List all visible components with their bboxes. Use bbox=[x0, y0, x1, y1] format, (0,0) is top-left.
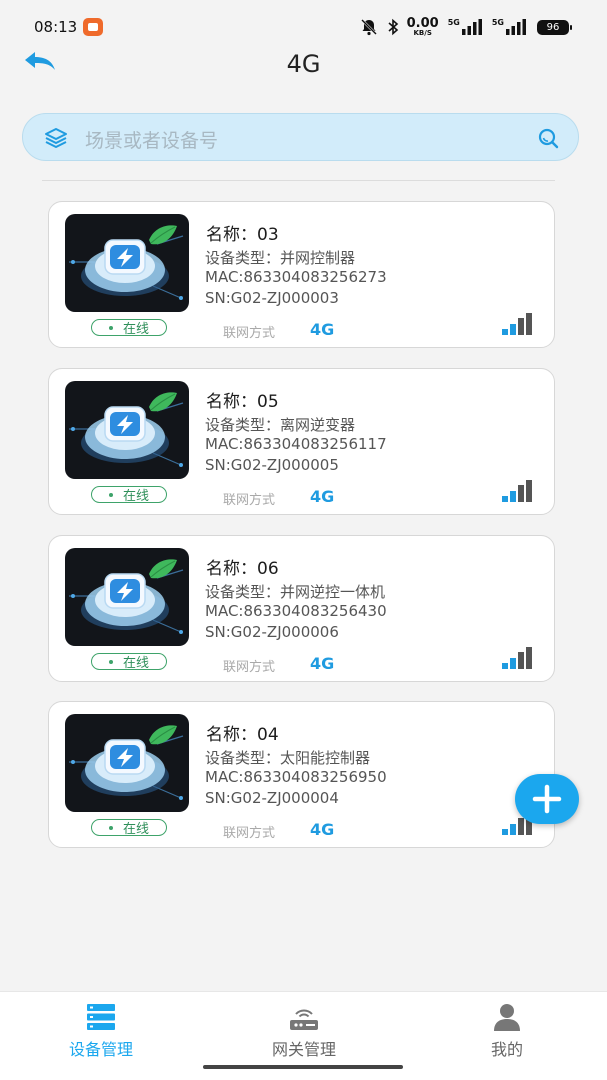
app-screen: 08:13 0.00 KB/S 5G 5G 96 4G 场景或者设备号 在线 名… bbox=[0, 0, 607, 1080]
page-title: 4G bbox=[286, 50, 321, 78]
plus-icon bbox=[532, 784, 562, 814]
network-mode-label: 联网方式 bbox=[223, 493, 276, 508]
router-icon bbox=[288, 1002, 320, 1032]
device-type: 设备类型：太阳能控制器 bbox=[205, 749, 371, 767]
device-sn: SN:G02-ZJ000005 bbox=[205, 456, 339, 474]
cellular-signal-1-icon: 5G bbox=[448, 18, 483, 36]
user-icon bbox=[491, 1002, 523, 1032]
device-name: 名称：06 bbox=[206, 559, 279, 579]
device-type: 设备类型：并网逆控一体机 bbox=[205, 583, 386, 601]
network-mode-value: 4G bbox=[310, 487, 335, 506]
battery-icon: 96 bbox=[537, 19, 572, 35]
status-badge: 在线 bbox=[91, 486, 167, 504]
bluetooth-icon bbox=[387, 18, 399, 36]
network-mode-value: 4G bbox=[310, 820, 335, 839]
device-card[interactable]: 在线 名称：04 设备类型：太阳能控制器 MAC:863304083256950… bbox=[48, 701, 555, 848]
add-device-button[interactable] bbox=[515, 774, 579, 824]
status-badge: 在线 bbox=[91, 819, 167, 837]
device-sn: SN:G02-ZJ000003 bbox=[205, 289, 339, 307]
home-indicator bbox=[203, 1065, 403, 1069]
device-card[interactable]: 在线 名称：06 设备类型：并网逆控一体机 MAC:86330408325643… bbox=[48, 535, 555, 682]
device-mac: MAC:863304083256950 bbox=[205, 768, 387, 786]
nav-item-device-management[interactable]: 设备管理 bbox=[31, 998, 171, 1059]
network-speed: 0.00 KB/S bbox=[406, 16, 439, 37]
nav-label: 网关管理 bbox=[271, 1040, 336, 1059]
device-card[interactable]: 在线 名称：05 设备类型：离网逆变器 MAC:863304083256117 … bbox=[48, 368, 555, 515]
network-mode-label: 联网方式 bbox=[223, 326, 276, 341]
signal-strength-icon bbox=[501, 479, 537, 503]
divider bbox=[42, 180, 555, 181]
status-icons: 0.00 KB/S 5G 5G 96 bbox=[351, 15, 572, 39]
signal-strength-icon bbox=[501, 646, 537, 670]
cellular-signal-2-icon: 5G bbox=[492, 18, 527, 36]
device-type: 设备类型：离网逆变器 bbox=[205, 416, 356, 434]
search-icon[interactable] bbox=[536, 126, 560, 150]
device-image bbox=[65, 714, 189, 812]
device-image bbox=[65, 548, 189, 646]
device-name: 名称：03 bbox=[206, 225, 279, 245]
device-mac: MAC:863304083256430 bbox=[205, 602, 387, 620]
status-time: 08:13 bbox=[34, 18, 78, 36]
notification-app-icon bbox=[83, 18, 103, 36]
layers-icon bbox=[43, 126, 69, 150]
nav-item-gateway-management[interactable]: 网关管理 bbox=[234, 998, 374, 1059]
network-mode-label: 联网方式 bbox=[223, 660, 276, 675]
device-card[interactable]: 在线 名称：03 设备类型：并网控制器 MAC:863304083256273 … bbox=[48, 201, 555, 348]
mute-bell-icon bbox=[360, 18, 378, 36]
status-badge: 在线 bbox=[91, 653, 167, 671]
device-sn: SN:G02-ZJ000004 bbox=[205, 789, 339, 807]
device-mac: MAC:863304083256273 bbox=[205, 268, 387, 286]
device-name: 名称：05 bbox=[206, 392, 279, 412]
network-mode-value: 4G bbox=[310, 654, 335, 673]
device-image bbox=[65, 214, 189, 312]
network-mode-label: 联网方式 bbox=[223, 826, 276, 841]
status-badge: 在线 bbox=[91, 319, 167, 337]
device-type: 设备类型：并网控制器 bbox=[205, 249, 356, 267]
device-image bbox=[65, 381, 189, 479]
status-bar: 08:13 0.00 KB/S 5G 5G 96 bbox=[0, 0, 607, 52]
search-input[interactable]: 场景或者设备号 bbox=[85, 126, 218, 153]
nav-label: 设备管理 bbox=[68, 1040, 133, 1059]
device-name: 名称：04 bbox=[206, 725, 279, 745]
device-sn: SN:G02-ZJ000006 bbox=[205, 623, 339, 641]
device-list-icon bbox=[85, 1002, 117, 1032]
signal-strength-icon bbox=[501, 312, 537, 336]
device-mac: MAC:863304083256117 bbox=[205, 435, 387, 453]
nav-item-profile[interactable]: 我的 bbox=[437, 998, 577, 1059]
search-bar[interactable]: 场景或者设备号 bbox=[22, 113, 579, 161]
nav-label: 我的 bbox=[490, 1040, 523, 1059]
network-mode-value: 4G bbox=[310, 320, 335, 339]
